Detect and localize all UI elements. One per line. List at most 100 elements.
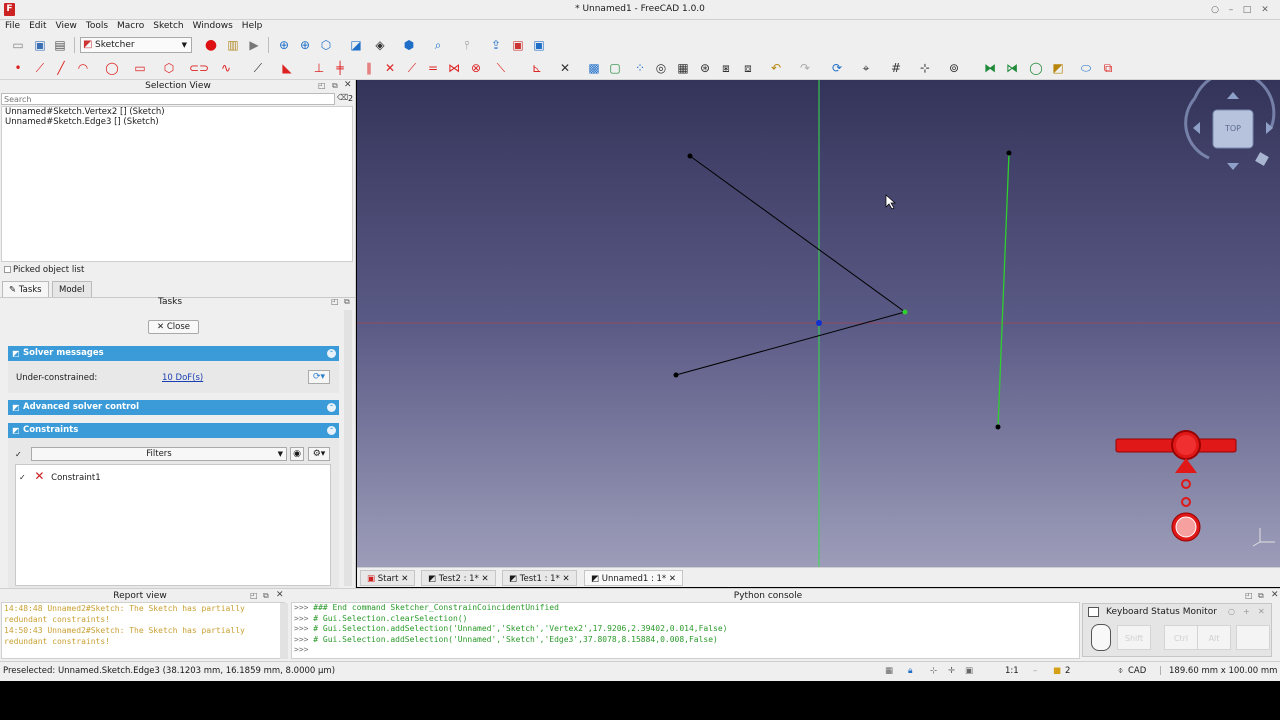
polygon-icon[interactable]: ⬡	[161, 60, 177, 76]
close-tab-icon[interactable]: ✕	[560, 574, 570, 584]
fillet-icon[interactable]: ◣	[279, 60, 295, 76]
export-icon[interactable]: ⇪	[488, 37, 504, 53]
sketch-vertex[interactable]	[687, 153, 693, 159]
point-on-object-icon[interactable]: ╪	[332, 60, 348, 76]
list-item[interactable]: Unnamed#Sketch.Edge3 [] (Sketch)	[2, 117, 352, 127]
nav-mini-cube-icon[interactable]	[1255, 152, 1269, 166]
trim-icon[interactable]: ✕	[557, 60, 573, 76]
record-macro-icon[interactable]: ●	[203, 37, 219, 53]
polyline-icon[interactable]: ⟋	[32, 60, 48, 76]
sketch-vertex[interactable]	[995, 424, 1001, 430]
coincident-icon[interactable]: ⊥	[311, 60, 327, 76]
report-view[interactable]: 14:48:48 Unnamed2#Sketch: The Sketch has…	[1, 602, 285, 659]
refresh-icon[interactable]: ⟳	[829, 60, 845, 76]
validate-icon[interactable]: ◯	[1028, 60, 1044, 76]
layers-count[interactable]: 2	[1065, 666, 1070, 676]
undo-icon[interactable]: ↶	[768, 60, 784, 76]
arc-icon[interactable]: ◠	[75, 60, 91, 76]
construction-icon[interactable]: ⟋	[250, 60, 266, 76]
collapse-icon[interactable]: ⌃	[327, 349, 336, 358]
whats-this-cursor-icon[interactable]: ⌖	[858, 60, 874, 76]
crosshair-icon[interactable]: ✛	[948, 666, 955, 676]
filters-dropdown[interactable]: Filters ▼	[31, 447, 287, 461]
settings-icon[interactable]: ⚙▾	[308, 447, 330, 461]
slot-icon[interactable]: ⊂⊃	[189, 60, 209, 76]
close-button[interactable]: ✕ Close	[148, 320, 199, 334]
menu-view[interactable]: View	[52, 20, 81, 33]
advanced-solver-header[interactable]: ◩ Advanced solver control ⌃	[8, 400, 339, 415]
web-icon[interactable]: ▣	[531, 37, 547, 53]
view-cube-icon[interactable]: ⬢	[401, 37, 417, 53]
close-tab-icon[interactable]: ✕	[479, 574, 489, 584]
float-icon[interactable]: ⧉	[344, 297, 350, 307]
tab-test2[interactable]: ◩ Test2 : 1* ✕	[421, 570, 496, 586]
tree-icon[interactable]: ⫯	[459, 37, 475, 53]
collapse-icon[interactable]: ⌃	[327, 426, 336, 435]
line-icon[interactable]: ╱	[53, 60, 69, 76]
close-tab-icon[interactable]: ✕	[666, 574, 676, 584]
undock-icon[interactable]: ◰	[318, 81, 326, 90]
bounding-box-icon[interactable]: ◪	[348, 37, 364, 53]
tab-test1[interactable]: ◩ Test1 : 1* ✕	[502, 570, 577, 586]
macro-editor-icon[interactable]: ▥	[225, 37, 241, 53]
undock-icon[interactable]: ◰	[331, 297, 339, 306]
circle-icon[interactable]: ○	[1210, 5, 1220, 15]
nav-left-arrow-icon[interactable]	[1193, 122, 1200, 134]
view-sketch-icon[interactable]: ⬭	[1078, 60, 1094, 76]
constraint-checkbox[interactable]: ✓	[19, 473, 26, 482]
close-icon[interactable]: ✕	[1258, 607, 1265, 616]
list-item[interactable]: Unnamed#Sketch.Vertex2 [] (Sketch)	[2, 107, 352, 117]
whats-this-icon[interactable]: ▣	[510, 37, 526, 53]
tab-start[interactable]: ▣ Start ✕	[360, 570, 416, 586]
python-console[interactable]: >>> ### End command Sketcher_ConstrainCo…	[291, 602, 1080, 659]
solver-messages-header[interactable]: ◩ Solver messages ⌃	[8, 346, 339, 361]
parallel-icon[interactable]: ∥	[361, 60, 377, 76]
fit-all-icon[interactable]: ⊕	[276, 37, 292, 53]
external-geometry-icon[interactable]: ▩	[586, 60, 602, 76]
lock-icon[interactable]: ⊾	[529, 60, 545, 76]
nav-down-arrow-icon[interactable]	[1227, 163, 1239, 170]
select-elements-icon[interactable]: ⧈	[740, 60, 756, 76]
equal-icon[interactable]: =	[425, 60, 441, 76]
lock-icon[interactable]: 🔒︎	[908, 666, 913, 676]
select-icon[interactable]: ◎	[653, 60, 669, 76]
tab-unnamed1[interactable]: ◩ Unnamed1 : 1* ✕	[584, 570, 684, 586]
grid-toggle-icon[interactable]: ▦	[885, 666, 893, 676]
leave-sketch-icon[interactable]: ◩	[1050, 60, 1066, 76]
nav-up-arrow-icon[interactable]	[1227, 92, 1239, 99]
split-icon[interactable]: ⧒	[1004, 60, 1020, 76]
sketch-vertex[interactable]	[673, 372, 679, 378]
fit-selection-icon[interactable]: ⊕	[297, 37, 313, 53]
report-scrollbar[interactable]	[280, 603, 288, 659]
scale-indicator[interactable]: 1:1	[1005, 666, 1019, 676]
workbench-selector[interactable]: ◩ Sketcher ▼	[80, 37, 192, 53]
grid-icon[interactable]: #	[888, 60, 904, 76]
minimize-icon[interactable]: –	[1226, 5, 1236, 15]
rendering-order-icon[interactable]: ⊚	[946, 60, 962, 76]
float-icon[interactable]: ⧉	[263, 591, 269, 601]
circle-icon[interactable]: ○	[1228, 607, 1235, 616]
redo-icon[interactable]: ↷	[797, 60, 813, 76]
visibility-icon[interactable]: ◉	[290, 447, 304, 461]
constraint-row[interactable]: ✓ ✕ Constraint1	[19, 469, 101, 483]
dof-link[interactable]: 10 DoF(s)	[162, 373, 203, 383]
symmetric-icon[interactable]: ⋈	[446, 60, 462, 76]
menu-macro[interactable]: Macro	[113, 20, 148, 33]
close-window-icon[interactable]: ✕	[1260, 5, 1270, 15]
tangent-icon[interactable]: ⟋	[404, 60, 420, 76]
save-icon[interactable]: ▤	[52, 37, 68, 53]
circle-tool-icon[interactable]: ◯	[104, 60, 120, 76]
search-input[interactable]	[1, 93, 335, 105]
open-file-icon[interactable]: ▣	[32, 37, 48, 53]
3d-viewport[interactable]: TOP	[357, 80, 1280, 567]
measure-icon[interactable]: ⌕	[430, 37, 446, 53]
grid-select-icon[interactable]: ▦	[675, 60, 691, 76]
menu-windows[interactable]: Windows	[189, 20, 237, 33]
filters-checkbox[interactable]: ✓	[15, 450, 24, 459]
navigation-style[interactable]: CAD	[1128, 666, 1146, 676]
select-conflict-icon[interactable]: ⧆	[718, 60, 734, 76]
mirror-icon[interactable]: ⧓	[982, 60, 998, 76]
tab-tasks[interactable]: ✎ Tasks	[2, 281, 49, 297]
sketch-edge[interactable]	[675, 311, 906, 376]
clear-search-icon[interactable]: ⌫	[337, 93, 348, 102]
